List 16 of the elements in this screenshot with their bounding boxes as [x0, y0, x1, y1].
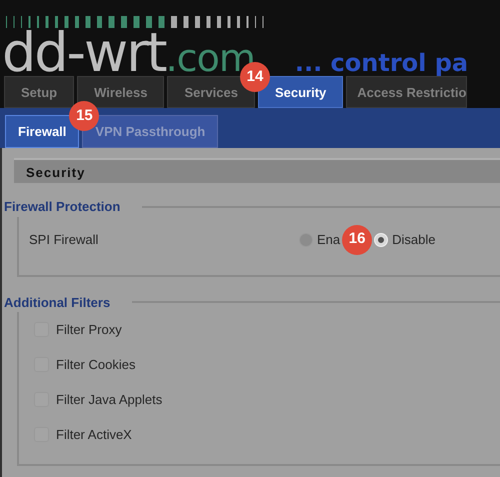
checkbox-label: Filter Cookies — [56, 356, 136, 374]
section-header: Security — [14, 158, 500, 183]
checkbox-label: Filter Java Applets — [56, 390, 162, 409]
fieldset-legend: Firewall Protection — [4, 197, 120, 216]
logo-tagline: ... control pa — [294, 51, 468, 75]
field-label: SPI Firewall — [29, 230, 100, 249]
step-marker: 16 — [342, 224, 372, 254]
fieldset-legend: Additional Filters — [4, 292, 110, 312]
nav-tab[interactable]: Wireless — [77, 76, 164, 108]
subnav-tab[interactable]: Firewall — [5, 115, 80, 148]
nav-tab[interactable]: Setup — [4, 76, 74, 108]
checkbox-label: Filter Proxy — [56, 320, 122, 339]
nav-tab[interactable]: Access Restrictio — [346, 76, 468, 108]
radio-label: Ena — [317, 230, 340, 249]
checkbox-label: Filter ActiveX — [56, 426, 132, 444]
radio-label: Disable — [392, 230, 436, 249]
